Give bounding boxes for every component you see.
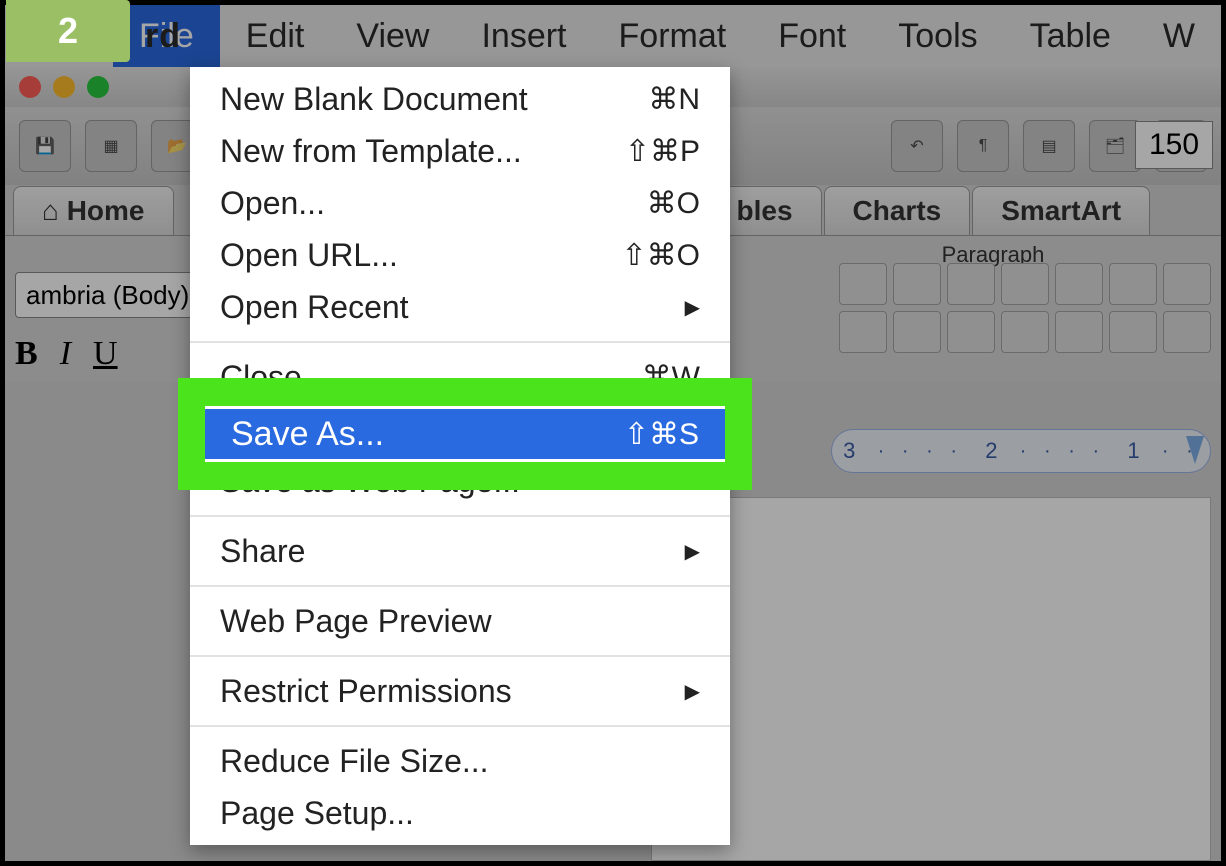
- multilevel-icon[interactable]: [947, 263, 995, 305]
- borders-icon[interactable]: [1163, 263, 1211, 305]
- tab-home[interactable]: Home: [13, 186, 174, 235]
- align-right-icon[interactable]: [947, 311, 995, 353]
- font-name-combo[interactable]: ambria (Body): [15, 272, 215, 318]
- menu-bar: rd File Edit View Insert Format Font Too…: [5, 5, 1221, 67]
- zoom-value[interactable]: 150: [1135, 121, 1213, 169]
- line-spacing-icon[interactable]: [1055, 311, 1103, 353]
- window-minimize-button[interactable]: [53, 76, 75, 98]
- bold-button[interactable]: B: [15, 335, 38, 373]
- menu-separator: [190, 585, 730, 587]
- menu-separator: [190, 341, 730, 343]
- menu-table[interactable]: Table: [1004, 5, 1137, 67]
- menu-view[interactable]: View: [330, 5, 455, 67]
- tab-charts[interactable]: Charts: [824, 186, 971, 235]
- save-as-shortcut: ⇧⌘S: [624, 417, 699, 452]
- file-open-recent[interactable]: Open Recent: [190, 281, 730, 333]
- undo-icon[interactable]: ↶: [891, 120, 943, 172]
- italic-button[interactable]: I: [60, 335, 71, 373]
- menu-format[interactable]: Format: [593, 5, 753, 67]
- file-open[interactable]: Open...⌘O: [190, 177, 730, 229]
- pilcrow-icon[interactable]: ¶: [957, 120, 1009, 172]
- menu-separator: [190, 655, 730, 657]
- tab-smartart[interactable]: SmartArt: [972, 186, 1150, 235]
- outdent-icon[interactable]: [1001, 263, 1049, 305]
- document-page[interactable]: [651, 497, 1211, 861]
- numbering-icon[interactable]: [893, 263, 941, 305]
- menu-separator: [190, 725, 730, 727]
- gallery-icon[interactable]: 🗂: [1089, 120, 1141, 172]
- file-open-url[interactable]: Open URL...⇧⌘O: [190, 229, 730, 281]
- underline-button[interactable]: U: [93, 335, 118, 373]
- save-as-label: Save As...: [231, 415, 384, 454]
- save-icon[interactable]: 💾: [19, 120, 71, 172]
- shading-icon[interactable]: [1109, 311, 1157, 353]
- file-new-template[interactable]: New from Template...⇧⌘P: [190, 125, 730, 177]
- window-close-button[interactable]: [19, 76, 41, 98]
- align-center-icon[interactable]: [893, 311, 941, 353]
- menu-tools[interactable]: Tools: [872, 5, 1003, 67]
- step-badge: 2: [6, 0, 130, 62]
- file-share[interactable]: Share: [190, 525, 730, 577]
- sidebar-icon[interactable]: ▤: [1023, 120, 1075, 172]
- menu-separator: [190, 515, 730, 517]
- file-web-preview[interactable]: Web Page Preview: [190, 595, 730, 647]
- menu-edit[interactable]: Edit: [220, 5, 331, 67]
- file-new-blank[interactable]: New Blank Document⌘N: [190, 73, 730, 125]
- file-reduce-size[interactable]: Reduce File Size...: [190, 735, 730, 787]
- paragraph-icons: [839, 263, 1211, 353]
- indent-icon[interactable]: [1055, 263, 1103, 305]
- file-save-as-highlighted[interactable]: Save As... ⇧⌘S: [205, 406, 725, 462]
- layout-icon[interactable]: ▦: [85, 120, 137, 172]
- paragraph-marks-icon[interactable]: [1163, 311, 1211, 353]
- sort-icon[interactable]: [1109, 263, 1157, 305]
- menu-window-fragment[interactable]: W: [1137, 5, 1221, 67]
- menu-font[interactable]: Font: [752, 5, 872, 67]
- justify-icon[interactable]: [1001, 311, 1049, 353]
- ruler[interactable]: 3· · · · 2· · · · 1· ·: [831, 429, 1211, 473]
- menu-insert[interactable]: Insert: [455, 5, 592, 67]
- highlight-save-as: Save As... ⇧⌘S: [178, 378, 752, 490]
- file-restrict-permissions[interactable]: Restrict Permissions: [190, 665, 730, 717]
- window-zoom-button[interactable]: [87, 76, 109, 98]
- file-page-setup[interactable]: Page Setup...: [190, 787, 730, 839]
- bullets-icon[interactable]: [839, 263, 887, 305]
- align-left-icon[interactable]: [839, 311, 887, 353]
